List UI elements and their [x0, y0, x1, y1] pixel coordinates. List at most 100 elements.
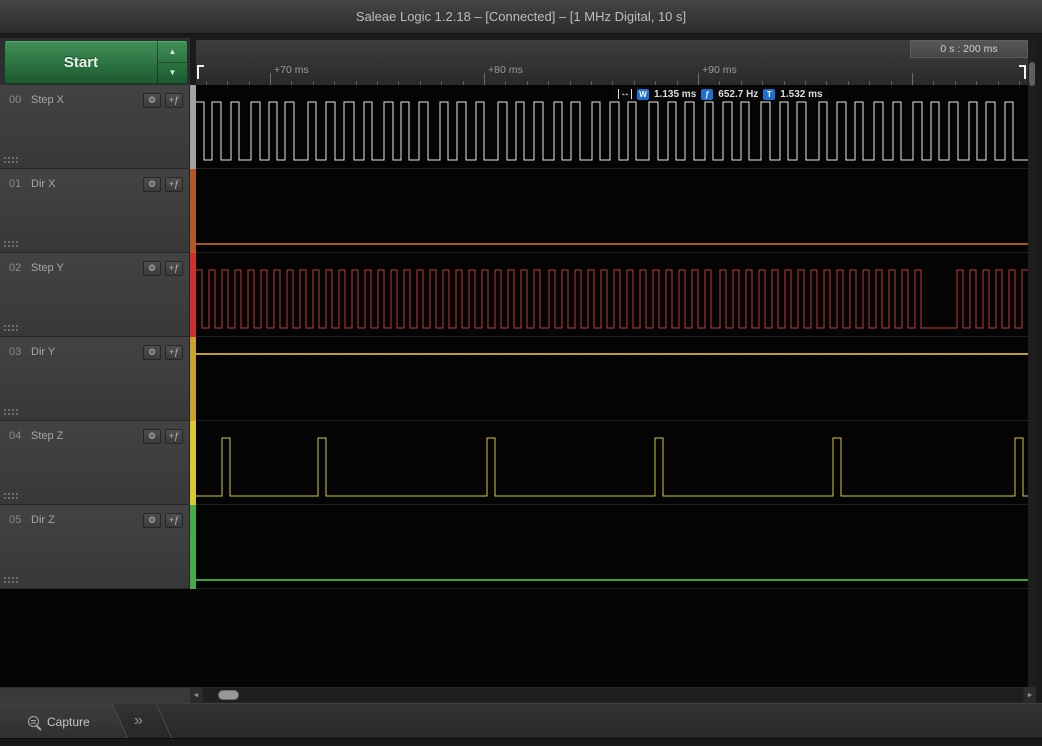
ruler-major-tick	[270, 73, 271, 85]
channel-name: Step Z	[31, 430, 64, 442]
waveform-row-05[interactable]	[196, 505, 1028, 589]
channel-index: 04	[9, 430, 22, 442]
capture-options-dropdown[interactable]: ▲ ▼	[157, 41, 187, 83]
waveform-dir-y	[196, 353, 1028, 355]
waveform-row-03[interactable]	[196, 337, 1028, 421]
channel-index: 00	[9, 94, 22, 106]
channel-drag-handle[interactable]	[3, 324, 20, 332]
channel-settings-gear-icon[interactable]: ⚙	[143, 345, 161, 360]
waveform-step-y	[196, 269, 1028, 329]
empty-canvas-area	[0, 589, 1036, 687]
zoom-search-icon	[28, 716, 39, 727]
wave-path	[196, 101, 1028, 161]
title-bar: Saleae Logic 1.2.18 – [Connected] – [1 M…	[0, 0, 1042, 34]
view-range-label: 0 s : 200 ms	[910, 40, 1028, 58]
waveform-dir-z	[196, 579, 1028, 581]
channel-name: Step X	[31, 94, 65, 106]
measurement-tooltip: ↔ W 1.135 ms ƒ 652.7 Hz T 1.532 ms	[612, 87, 829, 101]
start-button-group: Start ▲ ▼	[4, 40, 188, 84]
channel-index: 01	[9, 178, 22, 190]
scroll-right-button[interactable]: ►	[1024, 687, 1036, 703]
capture-tab[interactable]: Capture	[0, 704, 128, 739]
tab-divider	[156, 704, 173, 739]
channel-buttons: ⚙ +ƒ	[143, 345, 183, 360]
channel-drag-handle[interactable]	[3, 156, 20, 164]
channel-drag-handle[interactable]	[3, 408, 20, 416]
channel-label-panel: 00 Step X ⚙ +ƒ 01 Dir X ⚙ +ƒ 02 Step Y ⚙ +ƒ 03 Dir Y ⚙…	[0, 85, 190, 589]
width-value: 1.135 ms	[654, 88, 697, 100]
channel-drag-handle[interactable]	[3, 240, 20, 248]
add-measurement-icon[interactable]: +ƒ	[165, 261, 183, 276]
channel-index: 05	[9, 514, 22, 526]
channel-settings-gear-icon[interactable]: ⚙	[143, 513, 161, 528]
channel-row-05: 05 Dir Z ⚙ +ƒ	[0, 505, 189, 589]
frequency-value: 652.7 Hz	[718, 88, 759, 100]
h-scroll-thumb[interactable]	[218, 690, 239, 700]
period-value: 1.532 ms	[780, 88, 823, 100]
ruler-major-tick	[698, 73, 699, 85]
application-window: Saleae Logic 1.2.18 – [Connected] – [1 M…	[0, 0, 1042, 746]
channel-row-04: 04 Step Z ⚙ +ƒ	[0, 421, 189, 505]
status-strip	[0, 738, 1042, 746]
capture-tab-label: Capture	[47, 714, 90, 729]
horizontal-scrollbar[interactable]: ◄ ►	[190, 687, 1036, 703]
channel-row-03: 03 Dir Y ⚙ +ƒ	[0, 337, 189, 421]
channel-buttons: ⚙ +ƒ	[143, 429, 183, 444]
waveform-row-02[interactable]	[196, 253, 1028, 337]
channel-index: 03	[9, 346, 22, 358]
channel-index: 02	[9, 262, 22, 274]
channel-buttons: ⚙ +ƒ	[143, 513, 183, 528]
channel-name: Dir X	[31, 178, 56, 190]
wave-path	[196, 269, 1028, 329]
waveform-area[interactable]	[196, 85, 1028, 589]
channel-name: Step Y	[31, 262, 64, 274]
add-measurement-icon[interactable]: +ƒ	[165, 345, 183, 360]
start-button[interactable]: Start	[5, 41, 157, 83]
add-measurement-icon[interactable]: +ƒ	[165, 93, 183, 108]
options-up-arrow-icon: ▲	[168, 46, 177, 56]
capture-end-marker	[1019, 65, 1026, 79]
channel-row-02: 02 Step Y ⚙ +ƒ	[0, 253, 189, 337]
channel-settings-gear-icon[interactable]: ⚙	[143, 261, 161, 276]
frequency-badge-icon: ƒ	[701, 88, 714, 100]
waveform-row-01[interactable]	[196, 169, 1028, 253]
width-badge-icon: W	[637, 88, 649, 100]
channel-settings-gear-icon[interactable]: ⚙	[143, 177, 161, 192]
channel-buttons: ⚙ +ƒ	[143, 177, 183, 192]
more-tabs-chevrons-icon[interactable]: »	[134, 704, 143, 739]
window-title: Saleae Logic 1.2.18 – [Connected] – [1 M…	[355, 9, 687, 24]
ruler-tick-label: +80 ms	[488, 64, 523, 76]
add-measurement-icon[interactable]: +ƒ	[165, 513, 183, 528]
ruler-major-tick	[912, 73, 913, 85]
width-arrows-icon: ↔	[618, 88, 632, 99]
v-scroll-thumb[interactable]	[1029, 62, 1035, 86]
waveform-row-04[interactable]	[196, 421, 1028, 505]
channel-settings-gear-icon[interactable]: ⚙	[143, 429, 161, 444]
timeline-ruler[interactable]: 0 s : 200 ms +70 ms +80 ms +90 ms	[196, 40, 1028, 86]
wave-path	[196, 437, 1028, 497]
ruler-tick-label: +70 ms	[274, 64, 309, 76]
channel-row-00: 00 Step X ⚙ +ƒ	[0, 85, 189, 169]
scroll-left-button[interactable]: ◄	[190, 687, 202, 703]
channel-row-01: 01 Dir X ⚙ +ƒ	[0, 169, 189, 253]
channel-name: Dir Z	[31, 514, 55, 526]
ruler-tick-label: +90 ms	[702, 64, 737, 76]
channel-settings-gear-icon[interactable]: ⚙	[143, 93, 161, 108]
channel-buttons: ⚙ +ƒ	[143, 261, 183, 276]
waveform-dir-x	[196, 243, 1028, 245]
channel-name: Dir Y	[31, 346, 56, 358]
options-down-arrow-icon: ▼	[168, 68, 177, 78]
add-measurement-icon[interactable]: +ƒ	[165, 429, 183, 444]
add-measurement-icon[interactable]: +ƒ	[165, 177, 183, 192]
bottom-tab-bar: Capture »	[0, 703, 1042, 739]
h-scroll-track[interactable]	[203, 688, 1023, 702]
device-panel-header: Start ▲ ▼	[0, 38, 190, 85]
channel-buttons: ⚙ +ƒ	[143, 93, 183, 108]
vertical-scrollbar[interactable]	[1028, 40, 1036, 687]
channel-drag-handle[interactable]	[3, 492, 20, 500]
period-badge-icon: T	[763, 88, 776, 100]
waveform-step-z	[196, 437, 1028, 497]
channel-drag-handle[interactable]	[3, 576, 20, 584]
ruler-major-tick	[484, 73, 485, 85]
scrollbar-left-filler	[0, 687, 190, 703]
